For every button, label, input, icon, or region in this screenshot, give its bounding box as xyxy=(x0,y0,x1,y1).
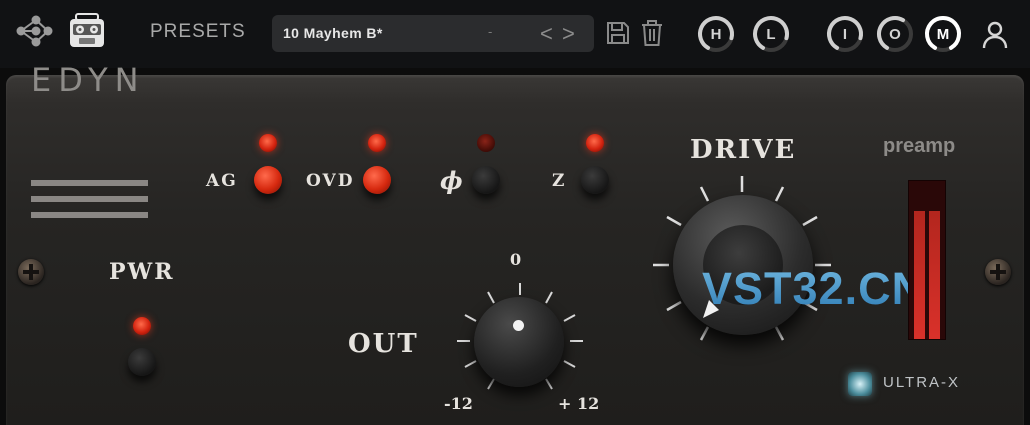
out-label: OUT xyxy=(348,329,419,359)
phase-led xyxy=(477,134,495,152)
presets-label: PRESETS xyxy=(150,21,246,42)
left-screw xyxy=(18,259,44,285)
top-bar: PRESETS 10 Mayhem B* - < > H L I O M xyxy=(0,0,1030,68)
drive-label: DRIVE xyxy=(690,135,797,165)
ultrax-label: ULTRA-X xyxy=(883,374,961,391)
mini-knob-i[interactable]: I xyxy=(825,14,865,54)
z-button[interactable] xyxy=(581,166,609,194)
brand-logo: EDYN xyxy=(31,61,146,99)
mini-knob-i-label: I xyxy=(842,25,848,43)
share-icon[interactable] xyxy=(14,14,54,48)
z-label: Z xyxy=(552,171,567,191)
prev-preset-arrow[interactable]: < xyxy=(540,21,553,47)
ovd-led xyxy=(368,134,386,152)
pwr-button[interactable] xyxy=(128,348,156,376)
ovd-label: OVD xyxy=(306,171,355,191)
ultrax-toggle[interactable] xyxy=(848,372,872,396)
pwr-label: PWR xyxy=(109,259,175,285)
mini-knob-h[interactable]: H xyxy=(696,14,736,54)
save-icon[interactable] xyxy=(605,20,631,46)
ovd-button[interactable] xyxy=(363,166,391,194)
trash-icon[interactable] xyxy=(640,19,664,47)
mini-knob-l[interactable]: L xyxy=(751,14,791,54)
preamp-label: preamp xyxy=(883,135,956,157)
pwr-led xyxy=(133,317,151,335)
ag-label: AG xyxy=(206,171,238,191)
preset-selector[interactable]: 10 Mayhem B* - < > xyxy=(272,15,594,52)
out-knob-indicator xyxy=(513,320,524,331)
z-led xyxy=(586,134,604,152)
user-icon[interactable] xyxy=(982,21,1008,49)
out-knob[interactable] xyxy=(474,297,564,387)
mini-knob-o[interactable]: O xyxy=(875,14,915,54)
mini-knob-m[interactable]: M xyxy=(923,14,963,54)
next-preset-arrow[interactable]: > xyxy=(562,21,575,47)
preamp-meter-left-bar xyxy=(914,211,925,339)
phase-button[interactable] xyxy=(472,166,500,194)
mini-knob-l-label: L xyxy=(766,25,776,43)
preamp-meter xyxy=(908,180,946,340)
mini-knob-m-label: M xyxy=(936,25,950,43)
mini-knob-h-label: H xyxy=(710,25,722,43)
phase-label: ϕ xyxy=(440,166,465,195)
cassette-icon[interactable] xyxy=(68,13,106,49)
preset-dash: - xyxy=(488,24,493,39)
right-screw xyxy=(985,259,1011,285)
preset-name[interactable]: 10 Mayhem B* xyxy=(283,25,383,41)
preamp-meter-right-bar xyxy=(929,211,940,339)
mini-knob-o-label: O xyxy=(889,25,901,43)
ag-led xyxy=(259,134,277,152)
ag-button[interactable] xyxy=(254,166,282,194)
watermark: VST32.CN xyxy=(702,263,926,314)
